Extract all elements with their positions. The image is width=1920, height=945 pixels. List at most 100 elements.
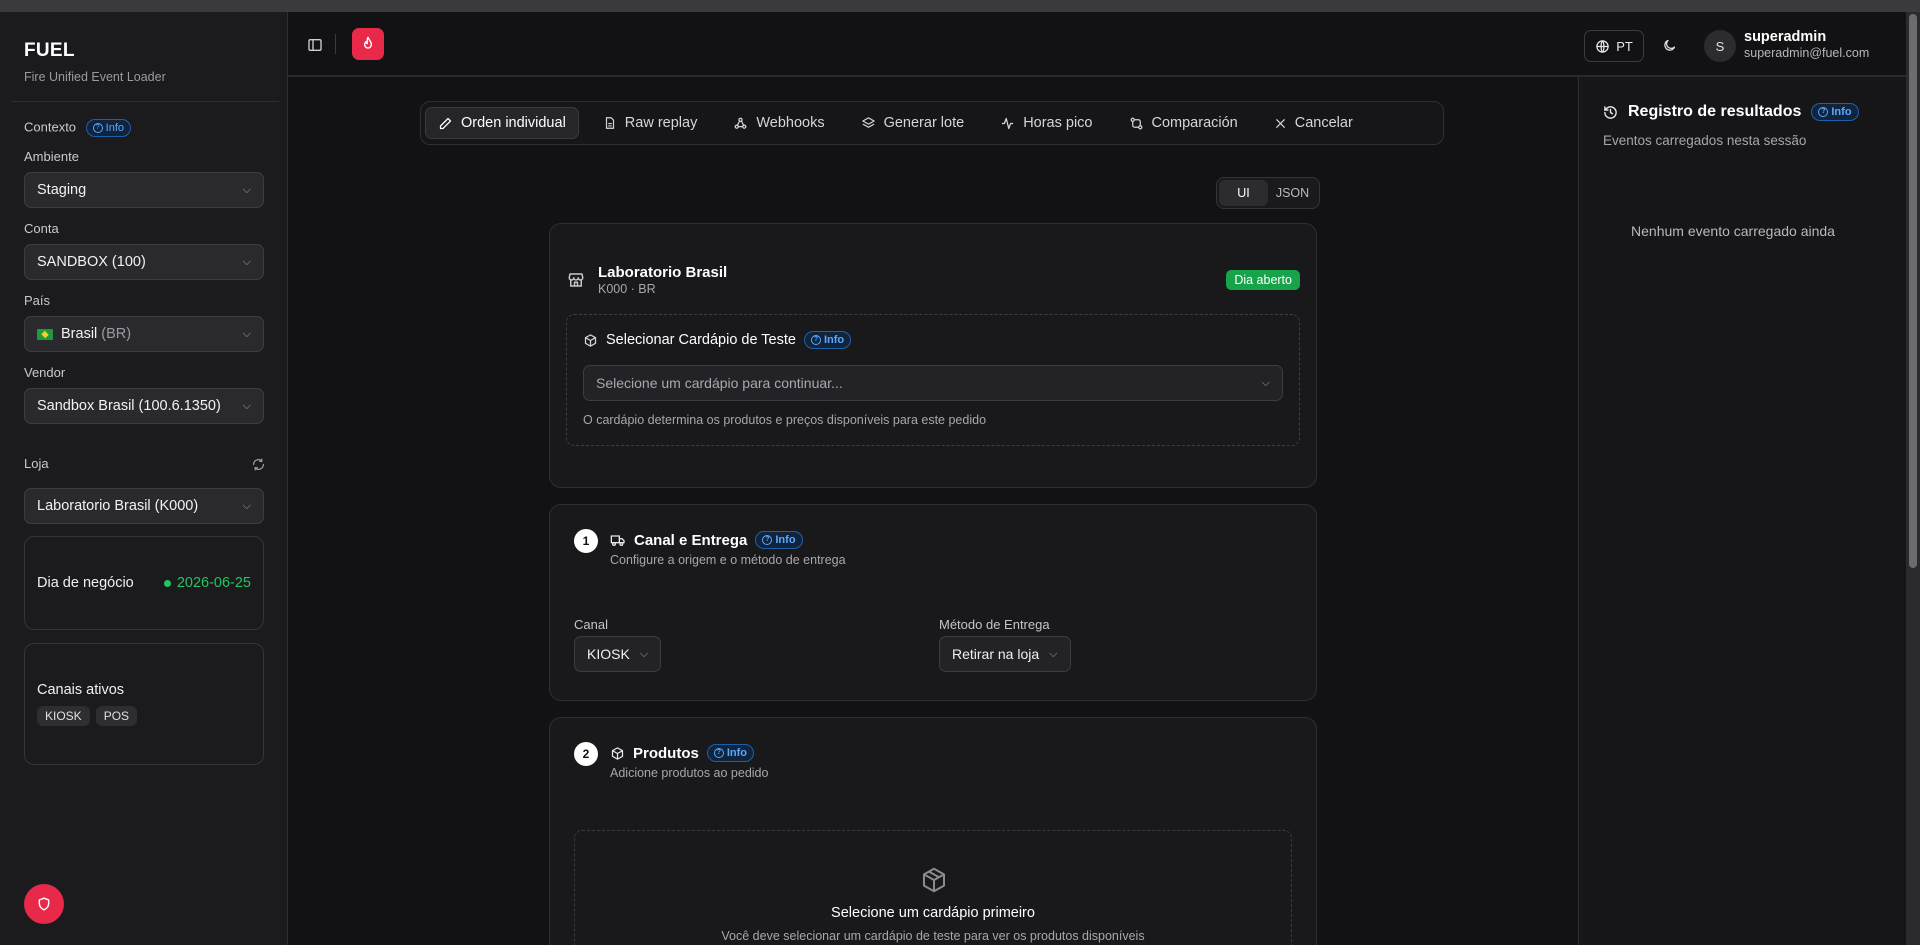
business-day-label: Dia de negócio — [37, 575, 134, 591]
help-icon: ? — [810, 335, 821, 345]
brand: FUEL Fire Unified Event Loader — [24, 40, 166, 84]
step2-title: Produtos — [633, 744, 699, 762]
channel-chips: KIOSK POS — [37, 706, 143, 726]
info-badge-label: Info — [726, 747, 748, 759]
globe-icon — [1596, 39, 1609, 53]
info-badge-label: Info — [1831, 106, 1852, 118]
layers-icon — [861, 116, 875, 128]
context-label: Contexto — [24, 119, 77, 135]
step2-info-badge[interactable]: ? Info — [706, 744, 755, 762]
channel-chip: POS — [95, 706, 138, 726]
close-icon — [1275, 118, 1285, 128]
status-badge: Dia aberto — [1226, 270, 1300, 290]
help-icon: ? — [92, 123, 103, 133]
vendor-select[interactable]: Sandbox Brasil (100.6.1350) ⌵ — [24, 388, 264, 424]
store-code: K000 · BR — [598, 282, 656, 296]
view-toggle-ui[interactable]: UI — [1219, 180, 1268, 206]
conta-value: SANDBOX (100) — [37, 254, 146, 270]
tab-webhooks[interactable]: Webhooks — [721, 107, 836, 139]
menu-info-badge[interactable]: ? Info — [803, 331, 852, 349]
results-panel: Registro de resultados ? Info Eventos ca… — [1578, 77, 1906, 945]
menu-select[interactable]: Selecione um cardápio para continuar... … — [583, 365, 1283, 401]
channel-chip: KIOSK — [37, 706, 90, 726]
conta-label: Conta — [24, 221, 59, 236]
chevron-down-icon: ⌵ — [242, 183, 251, 196]
pais-select[interactable]: Brasil (BR) ⌵ — [24, 316, 264, 352]
main-content: Orden individual Raw replay Webhooks Gen… — [288, 77, 1578, 945]
pais-code: (BR) — [101, 326, 132, 342]
tab-cancelar[interactable]: Cancelar — [1262, 107, 1365, 139]
package-icon — [584, 333, 597, 347]
view-toggle-json[interactable]: JSON — [1268, 180, 1317, 206]
window-top-strip — [0, 0, 1920, 12]
channel-select[interactable]: KIOSK ⌵ — [574, 636, 662, 672]
chevron-down-icon: ⌵ — [242, 255, 251, 268]
flame-logo-icon[interactable] — [352, 28, 384, 60]
sidebar-divider — [12, 101, 279, 102]
ambiente-select[interactable]: Staging ⌵ — [24, 172, 264, 208]
tab-label: Generar lote — [883, 115, 965, 131]
tab-comparacion[interactable]: Comparación — [1117, 107, 1250, 139]
chevron-down-icon: ⌵ — [1261, 376, 1270, 389]
user-name: superadmin — [1744, 29, 1827, 45]
activity-icon — [1002, 117, 1014, 129]
info-badge-label: Info — [775, 534, 796, 546]
tab-label: Webhooks — [756, 115, 825, 131]
webhook-icon — [734, 117, 747, 129]
business-day-value-row: 2026-06-25 — [163, 575, 251, 591]
channel-label: Canal — [574, 617, 608, 632]
step-number: 1 — [574, 529, 598, 553]
sidebar-toggle-icon[interactable] — [306, 36, 324, 54]
tab-horas-pico[interactable]: Horas pico — [988, 107, 1104, 139]
tab-generar-lote[interactable]: Generar lote — [849, 107, 977, 139]
products-panel: 2 Produtos ? Info Adicione produtos ao p… — [549, 717, 1317, 945]
context-label-row: Contexto ? Info — [24, 119, 132, 137]
results-title-row: Registro de resultados ? Info — [1603, 103, 1859, 121]
shield-button[interactable] — [24, 884, 64, 924]
step1-title: Canal e Entrega — [634, 531, 748, 549]
step2-title-row: Produtos ? Info — [610, 744, 755, 762]
vendor-label: Vendor — [24, 365, 66, 380]
loja-select[interactable]: Laboratorio Brasil (K000) ⌵ — [24, 488, 264, 524]
results-title: Registro de resultados — [1628, 103, 1802, 120]
empty-state-text: Você deve selecionar um cardápio de test… — [721, 929, 1145, 943]
channel-value: KIOSK — [587, 646, 630, 662]
truck-icon — [610, 535, 625, 546]
step1-info-badge[interactable]: ? Info — [755, 531, 803, 549]
channel-delivery-panel: 1 Canal e Entrega ? Info Configure a ori… — [549, 504, 1317, 701]
language-button[interactable]: PT — [1584, 30, 1644, 62]
store-panel: Laboratorio Brasil K000 · BR Dia aberto … — [549, 223, 1317, 488]
pais-value: Brasil — [61, 326, 98, 342]
context-info-badge[interactable]: ? Info — [85, 119, 132, 137]
step-number: 2 — [574, 742, 598, 766]
delivery-select[interactable]: Retirar na loja ⌵ — [939, 636, 1071, 672]
tab-label: Orden individual — [461, 115, 566, 131]
menu-selector-box: Selecionar Cardápio de Teste ? Info Sele… — [566, 314, 1300, 446]
results-info-badge[interactable]: ? Info — [1811, 103, 1859, 121]
moon-icon[interactable] — [1660, 36, 1678, 54]
tab-label: Comparación — [1151, 115, 1238, 131]
compare-icon — [1130, 117, 1142, 129]
tab-raw-replay[interactable]: Raw replay — [591, 107, 710, 139]
delivery-label: Método de Entrega — [939, 617, 1050, 632]
view-toggle: UI JSON — [1216, 177, 1320, 209]
sidebar: FUEL Fire Unified Event Loader Contexto … — [0, 12, 288, 945]
package-icon — [919, 865, 949, 895]
results-subtitle: Eventos carregados nesta sessão — [1603, 133, 1807, 148]
tab-label: Raw replay — [624, 115, 698, 131]
loja-value: Laboratorio Brasil (K000) — [37, 498, 199, 514]
pencil-icon — [439, 117, 452, 129]
step2-subtitle: Adicione produtos ao pedido — [610, 766, 769, 780]
mode-tabs: Orden individual Raw replay Webhooks Gen… — [420, 101, 1444, 145]
avatar[interactable]: S — [1704, 30, 1736, 62]
chevron-down-icon: ⌵ — [242, 327, 251, 340]
business-day-value: 2026-06-25 — [176, 575, 251, 591]
scrollbar-thumb[interactable] — [1909, 14, 1917, 568]
refresh-icon[interactable] — [250, 456, 266, 472]
file-icon — [605, 117, 614, 129]
chevron-down-icon: ⌵ — [242, 399, 251, 412]
conta-select[interactable]: SANDBOX (100) ⌵ — [24, 244, 264, 280]
app-subtitle: Fire Unified Event Loader — [24, 70, 166, 84]
store-icon — [566, 270, 586, 290]
tab-orden-individual[interactable]: Orden individual — [425, 107, 579, 139]
